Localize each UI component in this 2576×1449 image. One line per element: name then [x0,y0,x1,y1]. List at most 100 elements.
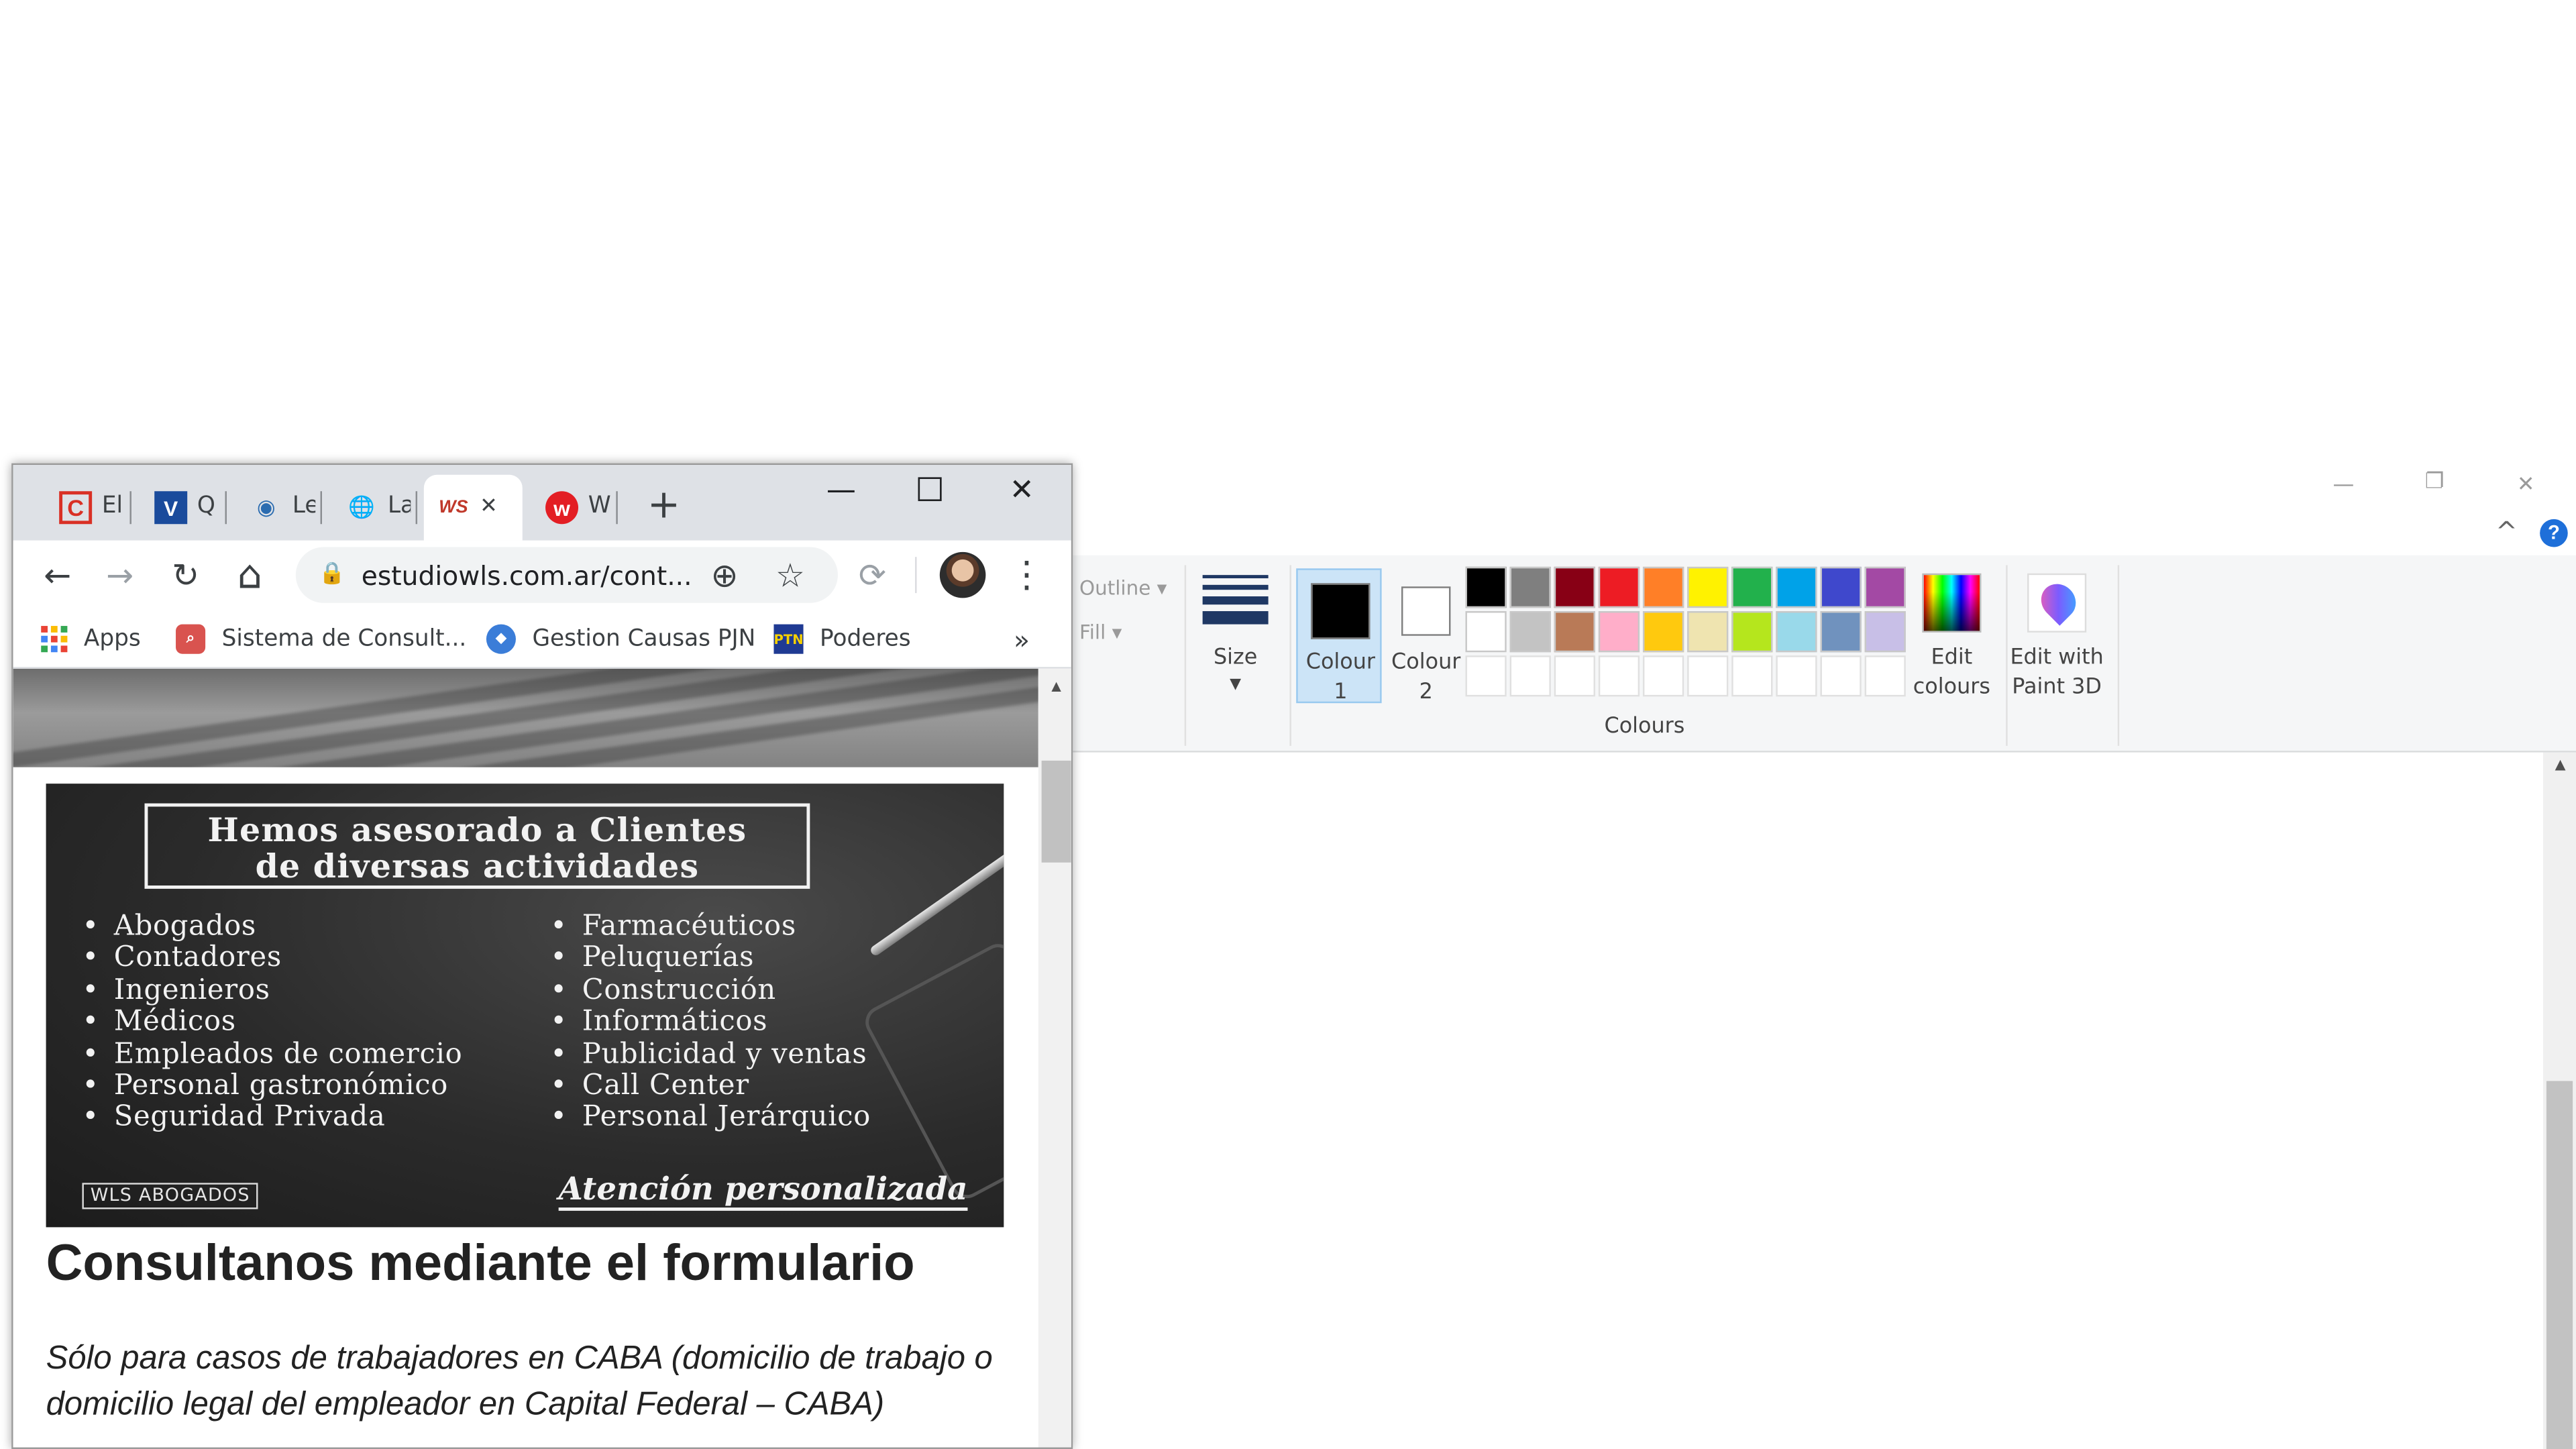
fill-dropdown[interactable]: Fill ▾ [1079,621,1122,644]
chrome-window: C El VQ ◉ Le 🌐 La WS ✕ wW + — ☐ ✕ ← → ↻ ⌂ 🔒 estud… [11,463,1073,1449]
custom-colour-slot[interactable] [1731,655,1773,697]
custom-colour-slot[interactable] [1598,655,1640,697]
new-tab-button[interactable]: + [647,482,680,528]
palette-colour-swatch[interactable] [1509,566,1551,608]
home-button[interactable]: ⌂ [225,550,274,599]
colour1-button[interactable]: Colour 1 [1296,568,1382,705]
paint-scrollbar-thumb[interactable] [2546,1081,2573,1449]
paint-close-button[interactable]: ✕ [2517,473,2535,498]
custom-colour-slot[interactable] [1642,655,1684,697]
seal-icon: ◉ [256,494,276,519]
activity-item: Seguridad Privada [82,1102,462,1135]
paint-restore-button[interactable]: ❐ [2425,470,2445,494]
palette-colour-swatch[interactable] [1598,611,1640,653]
palette-colour-swatch[interactable] [1554,566,1595,608]
help-icon[interactable]: ? [2540,519,2568,547]
palette-colour-swatch[interactable] [1731,611,1773,653]
search-red-icon: ⌕ [176,624,206,654]
edit-colours-button[interactable]: Edit colours [1913,568,1990,703]
banner-heading-line1: Hemos asesorado a Clientes [207,810,747,850]
palette-colour-swatch[interactable] [1864,566,1906,608]
lock-icon[interactable]: 🔒 [319,560,345,586]
custom-colour-slot[interactable] [1687,655,1729,697]
scroll-up-icon[interactable]: ▲ [1048,678,1064,696]
activity-item: Personal gastronómico [82,1070,462,1104]
page-paragraph: Sólo para casos de trabajadores en CABA … [46,1340,993,1423]
activity-item: Contadores [82,942,462,976]
edit-with-paint3d-label: Edit with Paint 3D [2010,645,2104,700]
zoom-icon[interactable]: ⊕ [700,550,749,599]
palette-colour-swatch[interactable] [1509,611,1551,653]
bookmark-gestion-causas-pjn[interactable]: ◆ Gestion Causas PJN [486,621,755,657]
scroll-up-icon[interactable]: ▲ [2551,756,2569,775]
tab-title: El [101,492,123,519]
bookmarks-overflow-button[interactable]: » [1014,621,1030,657]
bookmark-apps[interactable]: Apps [41,621,141,657]
ptn-icon: PTN [773,624,804,654]
palette-colour-swatch[interactable] [1864,611,1906,653]
tab-separator [415,491,418,525]
palette-colour-swatch[interactable] [1465,566,1507,608]
palette-colour-swatch[interactable] [1642,566,1684,608]
chrome-minimize-button[interactable]: — [798,465,883,514]
activity-item: Peluquerías [550,942,871,976]
custom-colour-slot[interactable] [1509,655,1551,697]
browser-tab[interactable]: 🌐 La [322,475,418,541]
palette-colour-swatch[interactable] [1465,611,1507,653]
browser-tab[interactable]: ◉ Le [227,475,323,541]
browser-tab[interactable]: VQ [131,475,227,541]
bookmark-label: Gestion Causas PJN [532,626,756,653]
tab-title: La [387,492,411,519]
custom-colour-slot[interactable] [1776,655,1817,697]
paint-vertical-scrollbar[interactable]: ▲ [2543,752,2576,1449]
ribbon-separator [1184,565,1187,746]
palette-colour-swatch[interactable] [1776,611,1817,653]
palette-colour-swatch[interactable] [1687,611,1729,653]
browser-tab[interactable]: wW [523,475,618,541]
chrome-close-button[interactable]: ✕ [979,465,1065,514]
toolbar-separator [915,557,917,594]
back-button[interactable]: ← [33,550,82,599]
palette-colour-swatch[interactable] [1642,611,1684,653]
palette-colour-swatch[interactable] [1731,566,1773,608]
page-scrollbar-thumb[interactable] [1041,760,1071,863]
page-vertical-scrollbar[interactable]: ▲ [1038,668,1071,1448]
palette-colour-swatch[interactable] [1598,566,1640,608]
chrome-menu-icon[interactable]: ⋮ [1002,550,1051,599]
profile-avatar[interactable] [939,551,986,598]
colour-palette [1465,566,1909,702]
url-text[interactable]: estudiowls.com.ar/cont... [362,560,692,592]
paint-minimize-button[interactable]: — [2333,473,2355,498]
close-tab-icon[interactable]: ✕ [480,493,498,519]
palette-colour-swatch[interactable] [1687,566,1729,608]
bookmark-star-icon[interactable]: ☆ [765,550,814,599]
bookmark-poderes[interactable]: PTN Poderes [773,621,911,657]
browser-tab[interactable]: WS ✕ [423,474,523,541]
ribbon-collapse-icon[interactable]: ^ [2496,516,2518,547]
paint3d-icon [2027,573,2087,633]
bookmarks-bar: Apps ⌕ Sistema de Consult... ◆ Gestion C… [13,609,1071,669]
palette-colour-swatch[interactable] [1776,566,1817,608]
size-button[interactable]: Size ▼ [1202,568,1269,703]
palette-colour-swatch[interactable] [1820,611,1862,653]
browser-tab[interactable]: C El [36,475,131,541]
custom-colour-slot[interactable] [1554,655,1595,697]
palette-colour-swatch[interactable] [1554,611,1595,653]
pen-illustration [869,817,1004,957]
reload-button[interactable]: ↻ [161,550,210,599]
address-bar[interactable]: 🔒 estudiowls.com.ar/cont... ⊕ ☆ [295,547,838,603]
edit-with-paint3d-button[interactable]: Edit with Paint 3D [2010,568,2104,703]
palette-colour-swatch[interactable] [1820,566,1862,608]
forward-button[interactable]: → [95,550,144,599]
chrome-maximize-button[interactable]: ☐ [887,465,972,514]
activity-item: Publicidad y ventas [550,1038,871,1071]
bookmark-sistema-de-consulta[interactable]: ⌕ Sistema de Consult... [176,621,466,657]
extension-icon[interactable]: ⟳ [848,550,897,599]
outline-dropdown[interactable]: Outline ▾ [1079,577,1167,600]
colour2-button[interactable]: Colour 2 [1382,568,1467,705]
custom-colour-slot[interactable] [1465,655,1507,697]
paint-canvas-area[interactable] [1073,752,2576,1449]
custom-colour-slot[interactable] [1820,655,1862,697]
colour1-swatch [1311,583,1371,639]
custom-colour-slot[interactable] [1864,655,1906,697]
